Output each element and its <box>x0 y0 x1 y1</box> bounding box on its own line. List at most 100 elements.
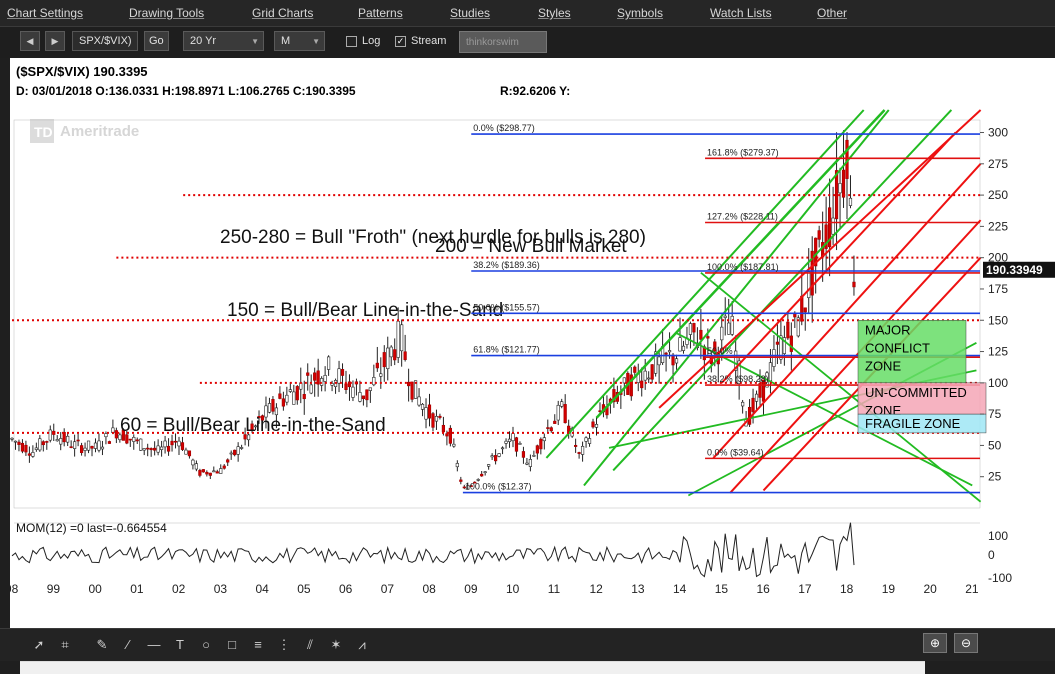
zoom-out-icon[interactable]: ⊖ <box>954 633 978 653</box>
horizontal-line-icon[interactable]: — <box>145 637 163 653</box>
candle-body <box>139 438 143 451</box>
menu-styles[interactable]: Styles <box>538 6 571 20</box>
fan-icon[interactable]: ✶ <box>327 637 345 653</box>
y-tick-label: 150 <box>988 313 1008 327</box>
candle-body <box>587 438 592 444</box>
fibonacci-icon[interactable]: ≡ <box>249 637 267 653</box>
candle-body <box>153 447 157 451</box>
fib-label: 100.0% ($12.37) <box>465 482 532 492</box>
pitchfork-icon[interactable]: ⩘ <box>353 637 371 653</box>
cursor-icon[interactable]: ➚ <box>30 637 48 653</box>
candle-body <box>170 440 174 446</box>
x-tick-label: 18 <box>840 582 854 596</box>
gann-icon[interactable]: ⋮ <box>275 637 293 653</box>
trendline-icon[interactable]: ⁄ <box>119 637 137 653</box>
back-icon[interactable]: ◀ <box>20 31 40 51</box>
chart-area[interactable]: ($SPX/$VIX) 190.3395 D: 03/01/2018 O:136… <box>5 58 1055 674</box>
candle-body <box>194 463 198 470</box>
y-tick-label: 25 <box>988 470 1002 484</box>
menu-drawing-tools[interactable]: Drawing Tools <box>129 6 204 20</box>
menu-other[interactable]: Other <box>817 6 847 20</box>
candle-body <box>751 397 755 412</box>
candle-body <box>34 447 38 450</box>
candle-body <box>327 356 331 370</box>
candle-body <box>507 438 512 442</box>
menu-watch-lists[interactable]: Watch Lists <box>710 6 772 20</box>
candle-body <box>647 377 651 380</box>
candle-body <box>452 443 456 447</box>
candle-body <box>86 440 91 451</box>
candle-body <box>24 444 28 453</box>
menu-patterns[interactable]: Patterns <box>358 6 403 20</box>
candle-body <box>730 315 734 335</box>
x-tick-label: 20 <box>924 582 938 596</box>
menu-studies[interactable]: Studies <box>450 6 490 20</box>
horizontal-scrollbar[interactable] <box>20 661 925 674</box>
x-tick-label: 10 <box>506 582 520 596</box>
candle-body <box>135 439 139 442</box>
zoom-in-icon[interactable]: ⊕ <box>923 633 947 653</box>
text-icon[interactable]: T <box>171 637 189 653</box>
candle-body <box>528 459 532 467</box>
fib-label: 127.2% ($228.11) <box>707 211 778 221</box>
candle-body <box>313 372 317 381</box>
candle-body <box>146 447 150 450</box>
go-button[interactable]: Go <box>144 31 169 51</box>
candle-body <box>365 389 369 401</box>
log-label: Log <box>362 35 381 47</box>
last-price-label: 190.33949 <box>986 263 1043 277</box>
candle-body <box>549 427 553 432</box>
candle-body <box>306 372 310 376</box>
candle-body <box>73 441 77 449</box>
candle-body <box>556 404 560 421</box>
y-tick-label: 175 <box>988 282 1008 296</box>
forward-icon[interactable]: ▶ <box>45 31 65 51</box>
momentum-tick-label: -100 <box>988 571 1012 585</box>
channel-icon[interactable]: ⫽ <box>301 637 319 653</box>
period-select[interactable]: 20 Yr ▼ <box>183 31 264 51</box>
aggregation-select[interactable]: M ▼ <box>274 31 325 51</box>
candle-body <box>229 452 233 455</box>
menu-chart-settings[interactable]: Chart Settings <box>7 6 83 20</box>
candle-body <box>727 322 731 335</box>
candle-body <box>692 323 696 333</box>
y-tick-label: 250 <box>988 188 1008 202</box>
rectangle-icon[interactable]: □ <box>223 637 241 653</box>
candle-body <box>233 449 237 456</box>
symbol-input[interactable]: SPX/$VIX) <box>72 31 138 51</box>
candle-body <box>532 455 536 457</box>
candle-body <box>490 455 494 458</box>
x-tick-label: 12 <box>590 582 604 596</box>
x-tick-label: 17 <box>798 582 812 596</box>
menu-symbols[interactable]: Symbols <box>617 6 663 20</box>
menu-grid-charts[interactable]: Grid Charts <box>252 6 313 20</box>
candle-body <box>560 401 564 407</box>
ellipse-icon[interactable]: ○ <box>197 637 215 653</box>
candle-body <box>772 349 776 367</box>
candle-body <box>281 398 285 407</box>
chevron-down-icon: ▼ <box>312 36 320 46</box>
candle-body <box>226 459 230 463</box>
candle-body <box>236 446 240 455</box>
candle-body <box>483 471 487 474</box>
chart-svg[interactable]: ($SPX/$VIX) 190.3395 D: 03/01/2018 O:136… <box>5 58 1055 628</box>
candle-body <box>424 407 428 420</box>
candle-body <box>69 446 73 448</box>
candle-body <box>295 386 299 401</box>
candle-body <box>420 403 425 410</box>
candle-body <box>542 437 546 442</box>
stream-checkbox[interactable]: ✓ Stream <box>395 31 446 51</box>
green-channel-line <box>583 109 890 487</box>
candle-body <box>789 335 793 352</box>
crosshair-icon[interactable]: ⌗ <box>56 637 74 653</box>
level-annotation: 200 = New Bull Market <box>435 236 627 257</box>
x-tick-label: 09 <box>464 582 478 596</box>
candle-body <box>166 445 171 452</box>
pencil-icon[interactable]: ✎ <box>93 637 111 653</box>
candle-body <box>173 440 178 443</box>
ohlc-header: D: 03/01/2018 O:136.0331 H:198.8971 L:10… <box>16 84 356 98</box>
candle-body <box>480 473 484 477</box>
log-checkbox[interactable]: Log <box>346 31 380 51</box>
candle-body <box>240 447 244 449</box>
candle-body <box>288 389 292 392</box>
